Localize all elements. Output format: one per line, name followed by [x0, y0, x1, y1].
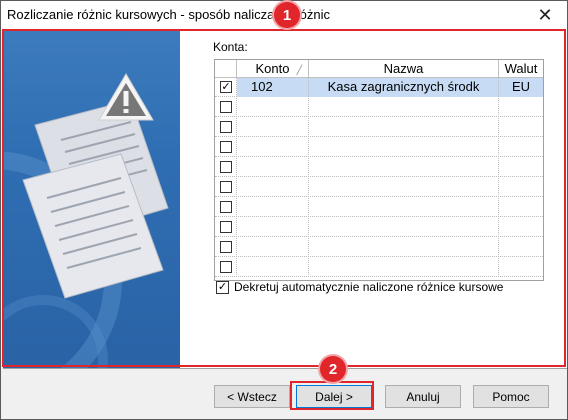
- cell-walut: [499, 258, 543, 277]
- cell-konto: 102: [237, 78, 309, 97]
- cell-konto: [237, 238, 309, 257]
- annotation-badge-1: 1: [274, 2, 300, 28]
- table-row[interactable]: [215, 218, 543, 237]
- grid-header: Konto ╱ Nazwa Walut: [215, 60, 543, 78]
- row-checkbox[interactable]: [220, 141, 232, 153]
- cell-walut: [499, 198, 543, 217]
- cell-nazwa: [309, 178, 499, 197]
- cell-konto: [237, 118, 309, 137]
- table-row[interactable]: [215, 258, 543, 277]
- cell-konto: [237, 138, 309, 157]
- header-checkbox-column: [215, 60, 237, 78]
- row-checkbox-cell: [215, 238, 237, 257]
- row-checkbox[interactable]: [220, 221, 232, 233]
- row-checkbox[interactable]: ✓: [220, 81, 232, 93]
- row-checkbox-cell: [215, 258, 237, 277]
- konta-label: Konta:: [213, 40, 248, 54]
- row-checkbox-cell: [215, 98, 237, 117]
- cell-nazwa: [309, 258, 499, 277]
- row-checkbox[interactable]: [220, 181, 232, 193]
- cell-walut: [499, 138, 543, 157]
- row-checkbox[interactable]: [220, 261, 232, 273]
- wizard-content: Konta: Konto ╱ Nazwa Walut ✓ 102 Kasa zagra…: [180, 30, 567, 368]
- close-icon[interactable]: ✕: [523, 1, 567, 30]
- row-checkbox-cell: [215, 158, 237, 177]
- cell-walut: [499, 178, 543, 197]
- cell-nazwa: [309, 118, 499, 137]
- annotation-badge-2: 2: [320, 356, 346, 382]
- row-checkbox-cell: ✓: [215, 78, 237, 97]
- cell-walut: [499, 158, 543, 177]
- table-row[interactable]: [215, 238, 543, 257]
- header-walut[interactable]: Walut: [499, 60, 543, 78]
- help-button[interactable]: Pomoc: [473, 385, 549, 408]
- row-checkbox-cell: [215, 118, 237, 137]
- auto-decree-checkbox[interactable]: ✓: [216, 280, 229, 294]
- cell-nazwa: Kasa zagranicznych środk: [309, 78, 499, 97]
- table-row[interactable]: [215, 118, 543, 137]
- wizard-window: Rozliczanie różnic kursowych - sposób na…: [0, 0, 568, 420]
- cell-nazwa: [309, 158, 499, 177]
- cell-nazwa: [309, 218, 499, 237]
- row-checkbox[interactable]: [220, 161, 232, 173]
- row-checkbox[interactable]: [220, 101, 232, 113]
- table-row[interactable]: [215, 138, 543, 157]
- cell-walut: [499, 98, 543, 117]
- cell-nazwa: [309, 198, 499, 217]
- cell-konto: [237, 218, 309, 237]
- sort-arrow-icon: ╱: [296, 65, 302, 75]
- wizard-illustration: [3, 30, 180, 368]
- table-row[interactable]: [215, 178, 543, 197]
- row-checkbox[interactable]: [220, 201, 232, 213]
- cell-konto: [237, 198, 309, 217]
- cell-nazwa: [309, 238, 499, 257]
- cell-konto: [237, 178, 309, 197]
- cell-walut: [499, 218, 543, 237]
- row-checkbox-cell: [215, 198, 237, 217]
- row-checkbox-cell: [215, 138, 237, 157]
- footer-divider: [3, 368, 567, 369]
- header-nazwa[interactable]: Nazwa: [309, 60, 499, 78]
- back-button[interactable]: < Wstecz: [214, 385, 290, 408]
- table-row[interactable]: [215, 158, 543, 177]
- next-button[interactable]: Dalej >: [296, 385, 372, 408]
- row-checkbox[interactable]: [220, 121, 232, 133]
- row-checkbox-cell: [215, 178, 237, 197]
- auto-decree-option[interactable]: ✓ Dekretuj automatycznie naliczone różni…: [216, 280, 503, 294]
- accounts-grid[interactable]: Konto ╱ Nazwa Walut ✓ 102 Kasa zagranicznyc…: [214, 59, 544, 281]
- row-checkbox[interactable]: [220, 241, 232, 253]
- cancel-button[interactable]: Anuluj: [385, 385, 461, 408]
- table-row[interactable]: ✓ 102 Kasa zagranicznych środk EU: [215, 78, 543, 97]
- cell-walut: [499, 238, 543, 257]
- header-konto[interactable]: Konto ╱: [237, 60, 309, 78]
- table-row[interactable]: [215, 98, 543, 117]
- cell-walut: [499, 118, 543, 137]
- cell-walut: EU: [499, 78, 543, 97]
- auto-decree-label: Dekretuj automatycznie naliczone różnice…: [234, 280, 504, 294]
- table-row[interactable]: [215, 198, 543, 217]
- documents-warning-illustration: [3, 73, 169, 368]
- cell-konto: [237, 258, 309, 277]
- cell-nazwa: [309, 138, 499, 157]
- cell-konto: [237, 158, 309, 177]
- row-checkbox-cell: [215, 218, 237, 237]
- cell-konto: [237, 98, 309, 117]
- cell-nazwa: [309, 98, 499, 117]
